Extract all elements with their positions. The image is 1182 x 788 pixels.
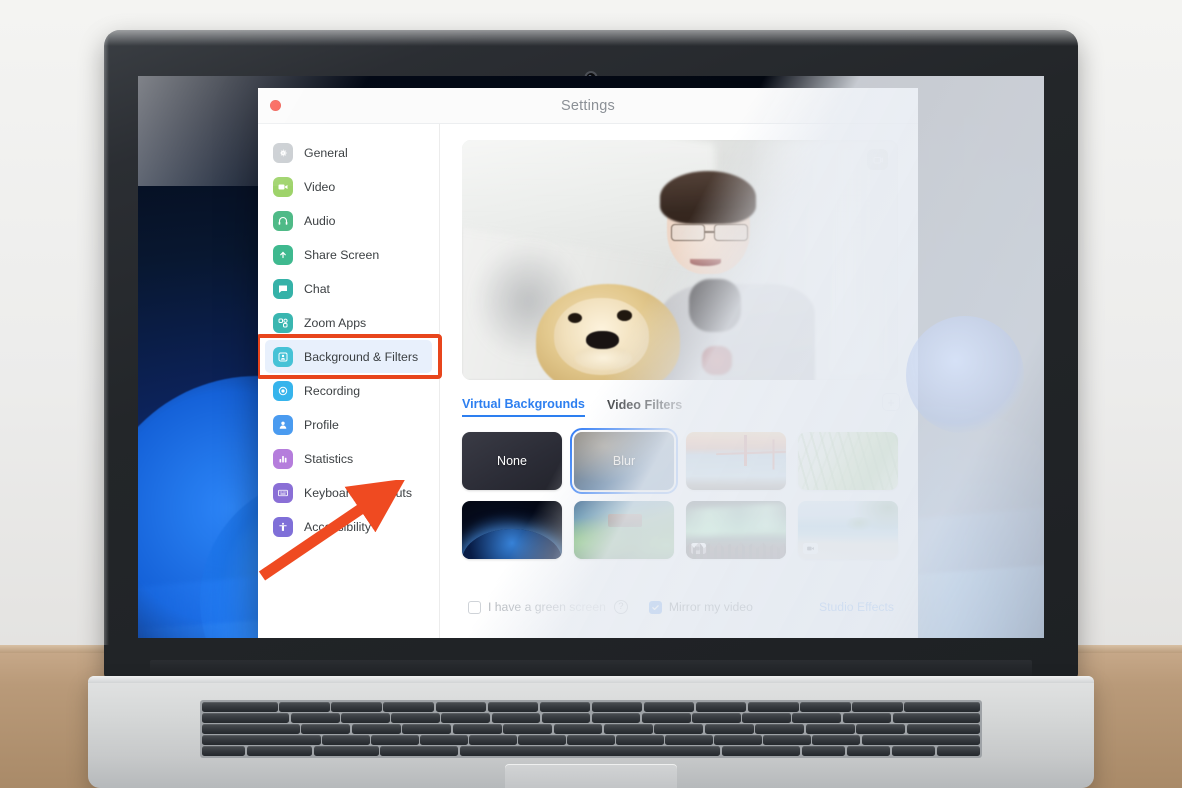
background-thumb-golden-gate[interactable] (686, 432, 786, 490)
sidebar-item-label: Background & Filters (304, 350, 418, 364)
add-background-button[interactable]: + (882, 393, 900, 411)
laptop-keyboard (200, 700, 982, 758)
keyboard-row (202, 702, 980, 712)
green-screen-checkbox[interactable] (468, 601, 481, 614)
settings-footer: I have a green screen ? Mirror my video … (462, 582, 898, 638)
background-thumb-grass[interactable] (798, 432, 898, 490)
settings-sidebar: General Video Audio (258, 124, 440, 638)
background-thumb-none[interactable]: None (462, 432, 562, 490)
sidebar-item-label: Recording (304, 384, 360, 398)
sidebar-item-audio[interactable]: Audio (265, 204, 432, 237)
mirror-video-label: Mirror my video (669, 600, 753, 614)
window-body: General Video Audio (258, 124, 918, 638)
page-title: Settings (258, 88, 918, 124)
sidebar-item-profile[interactable]: Profile (265, 408, 432, 441)
laptop: Settings General (0, 0, 1182, 788)
keyboard-row (202, 724, 980, 734)
green-screen-group: I have a green screen ? (468, 600, 628, 614)
sidebar-item-chat[interactable]: Chat (265, 272, 432, 305)
tab-virtual-backgrounds[interactable]: Virtual Backgrounds (462, 397, 585, 417)
apps-icon (273, 313, 293, 333)
sidebar-item-recording[interactable]: Recording (265, 374, 432, 407)
sidebar-item-label: Audio (304, 214, 335, 228)
sidebar-item-label: Statistics (304, 452, 353, 466)
sidebar-item-zoom-apps[interactable]: Zoom Apps (265, 306, 432, 339)
headset-icon (273, 211, 293, 231)
background-thumb-blur[interactable]: Blur (574, 432, 674, 490)
preview-blur-overlay (462, 140, 898, 380)
background-thumb-aurora[interactable] (686, 501, 786, 559)
sidebar-item-label: Profile (304, 418, 339, 432)
sidebar-item-label: Share Screen (304, 248, 379, 262)
background-thumb-earth[interactable] (462, 501, 562, 559)
sidebar-item-statistics[interactable]: Statistics (265, 442, 432, 475)
gear-icon (273, 143, 293, 163)
sidebar-item-label: Video (304, 180, 335, 194)
video-badge-icon (691, 543, 706, 554)
mirror-video-checkbox[interactable] (649, 601, 662, 614)
settings-content: Virtual Backgrounds Video Filters + None… (440, 124, 918, 638)
video-icon (273, 177, 293, 197)
video-preview (462, 140, 898, 380)
sidebar-item-label: Keyboard Shortcuts (304, 486, 412, 500)
background-tabs: Virtual Backgrounds Video Filters + (462, 394, 898, 420)
keyboard-row (202, 735, 980, 745)
mirror-video-group: Mirror my video (649, 600, 753, 614)
sidebar-item-video[interactable]: Video (265, 170, 432, 203)
laptop-trackpad (505, 764, 677, 788)
person-icon (273, 415, 293, 435)
photo-scene: Settings General (0, 0, 1182, 788)
sidebar-item-share-screen[interactable]: Share Screen (265, 238, 432, 271)
laptop-screen: Settings General (138, 76, 1044, 638)
sidebar-item-label: Chat (304, 282, 330, 296)
studio-effects-link[interactable]: Studio Effects (819, 600, 894, 614)
sidebar-item-label: Zoom Apps (304, 316, 366, 330)
record-icon (273, 381, 293, 401)
sidebar-item-general[interactable]: General (265, 136, 432, 169)
sidebar-item-label: Accessibility (304, 520, 371, 534)
keyboard-icon (273, 483, 293, 503)
laptop-base-lip (88, 676, 1094, 683)
help-icon[interactable]: ? (614, 600, 628, 614)
video-badge-icon (803, 543, 818, 554)
background-grid: None Blur (462, 432, 898, 559)
sidebar-item-label: General (304, 146, 348, 160)
background-thumb-label: None (462, 432, 562, 490)
camera-switch-icon[interactable] (867, 149, 888, 170)
lid-side-sheen (104, 36, 109, 645)
sidebar-item-keyboard-shortcuts[interactable]: Keyboard Shortcuts (265, 476, 432, 509)
window-titlebar: Settings (258, 88, 918, 124)
upload-icon (273, 245, 293, 265)
background-thumb-jungle[interactable] (574, 501, 674, 559)
accessibility-icon (273, 517, 293, 537)
background-thumb-label: Blur (574, 432, 674, 490)
sidebar-item-background-and-filters[interactable]: Background & Filters (265, 340, 432, 373)
keyboard-row (202, 713, 980, 723)
tab-video-filters[interactable]: Video Filters (607, 398, 682, 416)
background-thumb-beach[interactable] (798, 501, 898, 559)
green-screen-label: I have a green screen (488, 600, 606, 614)
portrait-icon (273, 347, 293, 367)
lid-sheen (104, 30, 1078, 46)
zoom-settings-window: Settings General (258, 88, 918, 638)
close-button[interactable] (270, 100, 281, 111)
chat-icon (273, 279, 293, 299)
sidebar-item-accessibility[interactable]: Accessibility (265, 510, 432, 543)
bars-icon (273, 449, 293, 469)
keyboard-row (202, 746, 980, 756)
